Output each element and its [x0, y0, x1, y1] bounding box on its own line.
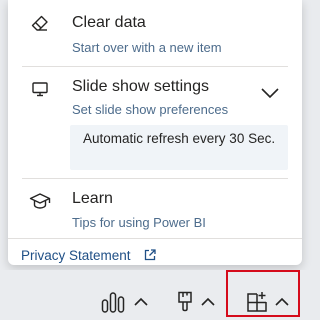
graduation-cap-icon [29, 190, 51, 212]
clear-data-subtitle: Start over with a new item [72, 40, 222, 55]
stage: Clear data Start over with a new item Sl… [0, 0, 310, 320]
menu-item-slide-show-settings[interactable]: Slide show settings Set slide show prefe… [8, 72, 302, 122]
chevron-down-icon[interactable] [260, 86, 280, 100]
slide-show-settings-title: Slide show settings [72, 78, 209, 95]
highlight-box [226, 270, 300, 317]
learn-subtitle: Tips for using Power BI [72, 215, 206, 230]
divider [22, 66, 288, 67]
privacy-statement-link[interactable]: Privacy Statement [21, 248, 131, 263]
clear-data-title: Clear data [72, 14, 146, 31]
auto-refresh-option[interactable]: Automatic refresh every 30 Sec. [70, 125, 288, 170]
divider [8, 238, 302, 239]
auto-refresh-label: Automatic refresh every 30 Sec. [83, 131, 276, 146]
monitor-icon [29, 78, 51, 100]
menu-item-clear-data[interactable]: Clear data Start over with a new item [8, 0, 302, 62]
chevron-up-icon [134, 297, 148, 306]
bar-chart-icon [101, 292, 125, 313]
chevron-up-icon [201, 297, 215, 306]
divider [22, 178, 288, 179]
learn-title: Learn [72, 190, 113, 207]
external-link-icon[interactable] [143, 248, 157, 262]
eraser-icon [29, 12, 51, 34]
settings-menu-panel: Clear data Start over with a new item Sl… [8, 0, 302, 265]
visualizations-button[interactable] [101, 290, 149, 314]
slide-show-settings-subtitle: Set slide show preferences [72, 102, 229, 117]
format-button[interactable] [176, 290, 216, 314]
paint-brush-icon [178, 291, 192, 312]
menu-item-learn[interactable]: Learn Tips for using Power BI [8, 182, 302, 232]
